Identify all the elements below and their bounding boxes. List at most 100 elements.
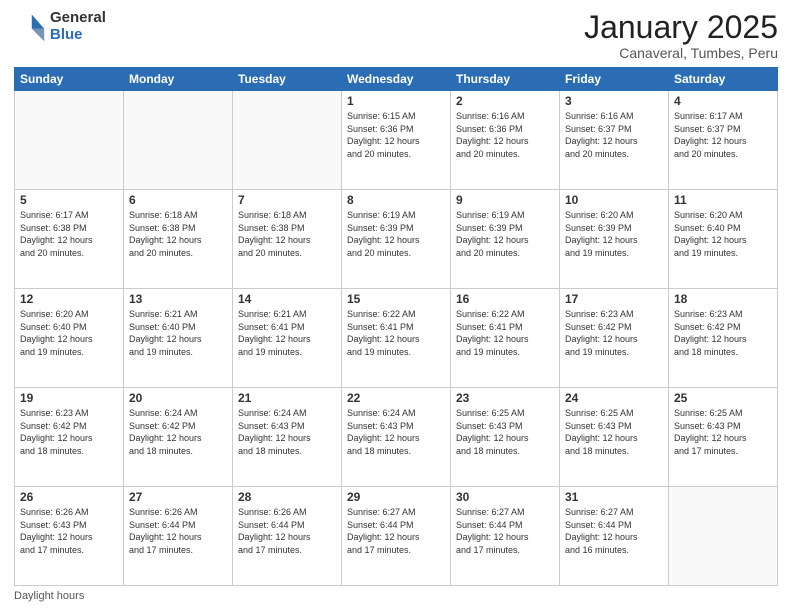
logo: General Blue (14, 10, 106, 43)
calendar-cell (233, 91, 342, 190)
day-number: 28 (238, 490, 336, 504)
logo-icon (14, 11, 46, 43)
day-info: Sunrise: 6:23 AM Sunset: 6:42 PM Dayligh… (674, 308, 772, 358)
calendar-header-row: SundayMondayTuesdayWednesdayThursdayFrid… (15, 68, 778, 91)
day-number: 14 (238, 292, 336, 306)
calendar-cell: 31 Sunrise: 6:27 AM Sunset: 6:44 PM Dayli… (560, 487, 669, 586)
day-info: Sunrise: 6:20 AM Sunset: 6:39 PM Dayligh… (565, 209, 663, 259)
day-info: Sunrise: 6:15 AM Sunset: 6:36 PM Dayligh… (347, 110, 445, 160)
calendar-cell: 9Sunrise: 6:19 AM Sunset: 6:39 PM Daylig… (451, 190, 560, 289)
day-info: Sunrise: 6:26 AM Sunset: 6:44 PM Dayligh… (129, 506, 227, 556)
footer: Daylight hours (14, 590, 778, 602)
calendar-cell (124, 91, 233, 190)
header: General Blue January 2025 Canaveral, Tum… (14, 10, 778, 61)
calendar-cell: 22 Sunrise: 6:24 AM Sunset: 6:43 PM Dayli… (342, 388, 451, 487)
day-info: Sunrise: 6:19 AM Sunset: 6:39 PM Dayligh… (347, 209, 445, 259)
calendar-cell: 4Sunrise: 6:17 AM Sunset: 6:37 PM Daylig… (669, 91, 778, 190)
calendar-cell: 30 Sunrise: 6:27 AM Sunset: 6:44 PM Dayli… (451, 487, 560, 586)
day-info: Sunrise: 6:26 AM Sunset: 6:43 PM Dayligh… (20, 506, 118, 556)
calendar-cell: 20 Sunrise: 6:24 AM Sunset: 6:42 PM Dayli… (124, 388, 233, 487)
day-number: 8 (347, 193, 445, 207)
day-number: 22 (347, 391, 445, 405)
day-info: Sunrise: 6:26 AM Sunset: 6:44 PM Dayligh… (238, 506, 336, 556)
day-number: 21 (238, 391, 336, 405)
month-title: January 2025 (584, 10, 778, 45)
day-number: 29 (347, 490, 445, 504)
calendar-cell: 7Sunrise: 6:18 AM Sunset: 6:38 PM Daylig… (233, 190, 342, 289)
calendar-cell: 21Sunrise: 6:24 AM Sunset: 6:43 PM Dayli… (233, 388, 342, 487)
calendar-day-header: Monday (124, 68, 233, 91)
calendar-cell: 2 Sunrise: 6:16 AM Sunset: 6:36 PM Daylig… (451, 91, 560, 190)
day-number: 16 (456, 292, 554, 306)
page: General Blue January 2025 Canaveral, Tum… (0, 0, 792, 612)
day-info: Sunrise: 6:24 AM Sunset: 6:42 PM Dayligh… (129, 407, 227, 457)
calendar-cell (669, 487, 778, 586)
day-info: Sunrise: 6:24 AM Sunset: 6:43 PM Dayligh… (347, 407, 445, 457)
day-number: 9 (456, 193, 554, 207)
calendar-cell: 17 Sunrise: 6:23 AM Sunset: 6:42 PM Dayli… (560, 289, 669, 388)
calendar-cell (15, 91, 124, 190)
calendar-cell: 1 Sunrise: 6:15 AM Sunset: 6:36 PM Daylig… (342, 91, 451, 190)
day-number: 13 (129, 292, 227, 306)
day-number: 12 (20, 292, 118, 306)
day-info: Sunrise: 6:20 AM Sunset: 6:40 PM Dayligh… (674, 209, 772, 259)
title-block: January 2025 Canaveral, Tumbes, Peru (584, 10, 778, 61)
day-number: 17 (565, 292, 663, 306)
calendar-week-row: 1 Sunrise: 6:15 AM Sunset: 6:36 PM Daylig… (15, 91, 778, 190)
calendar-day-header: Wednesday (342, 68, 451, 91)
calendar-week-row: 19Sunrise: 6:23 AM Sunset: 6:42 PM Dayli… (15, 388, 778, 487)
day-number: 10 (565, 193, 663, 207)
day-number: 19 (20, 391, 118, 405)
calendar-week-row: 26Sunrise: 6:26 AM Sunset: 6:43 PM Dayli… (15, 487, 778, 586)
calendar-cell: 15Sunrise: 6:22 AM Sunset: 6:41 PM Dayli… (342, 289, 451, 388)
calendar-cell: 23Sunrise: 6:25 AM Sunset: 6:43 PM Dayli… (451, 388, 560, 487)
day-info: Sunrise: 6:25 AM Sunset: 6:43 PM Dayligh… (456, 407, 554, 457)
logo-text: General Blue (50, 10, 106, 43)
day-number: 25 (674, 391, 772, 405)
daylight-label: Daylight hours (14, 590, 84, 602)
calendar-cell: 27 Sunrise: 6:26 AM Sunset: 6:44 PM Dayli… (124, 487, 233, 586)
calendar-day-header: Sunday (15, 68, 124, 91)
calendar-cell: 16Sunrise: 6:22 AM Sunset: 6:41 PM Dayli… (451, 289, 560, 388)
calendar-cell: 24Sunrise: 6:25 AM Sunset: 6:43 PM Dayli… (560, 388, 669, 487)
day-number: 4 (674, 94, 772, 108)
day-number: 7 (238, 193, 336, 207)
day-number: 30 (456, 490, 554, 504)
day-info: Sunrise: 6:22 AM Sunset: 6:41 PM Dayligh… (347, 308, 445, 358)
day-info: Sunrise: 6:16 AM Sunset: 6:36 PM Dayligh… (456, 110, 554, 160)
calendar-cell: 12 Sunrise: 6:20 AM Sunset: 6:40 PM Dayli… (15, 289, 124, 388)
day-info: Sunrise: 6:20 AM Sunset: 6:40 PM Dayligh… (20, 308, 118, 358)
day-number: 3 (565, 94, 663, 108)
calendar-cell: 14 Sunrise: 6:21 AM Sunset: 6:41 PM Dayli… (233, 289, 342, 388)
calendar-cell: 13Sunrise: 6:21 AM Sunset: 6:40 PM Dayli… (124, 289, 233, 388)
day-info: Sunrise: 6:25 AM Sunset: 6:43 PM Dayligh… (674, 407, 772, 457)
subtitle: Canaveral, Tumbes, Peru (584, 45, 778, 61)
day-info: Sunrise: 6:21 AM Sunset: 6:41 PM Dayligh… (238, 308, 336, 358)
day-info: Sunrise: 6:27 AM Sunset: 6:44 PM Dayligh… (347, 506, 445, 556)
day-info: Sunrise: 6:27 AM Sunset: 6:44 PM Dayligh… (456, 506, 554, 556)
calendar-cell: 18 Sunrise: 6:23 AM Sunset: 6:42 PM Dayli… (669, 289, 778, 388)
day-number: 2 (456, 94, 554, 108)
calendar-cell: 5Sunrise: 6:17 AM Sunset: 6:38 PM Daylig… (15, 190, 124, 289)
calendar-cell: 26Sunrise: 6:26 AM Sunset: 6:43 PM Dayli… (15, 487, 124, 586)
logo-blue: Blue (50, 27, 106, 44)
calendar-cell: 29 Sunrise: 6:27 AM Sunset: 6:44 PM Dayli… (342, 487, 451, 586)
calendar-cell: 8 Sunrise: 6:19 AM Sunset: 6:39 PM Daylig… (342, 190, 451, 289)
day-info: Sunrise: 6:23 AM Sunset: 6:42 PM Dayligh… (565, 308, 663, 358)
calendar-week-row: 5Sunrise: 6:17 AM Sunset: 6:38 PM Daylig… (15, 190, 778, 289)
day-info: Sunrise: 6:18 AM Sunset: 6:38 PM Dayligh… (129, 209, 227, 259)
day-number: 31 (565, 490, 663, 504)
day-number: 18 (674, 292, 772, 306)
day-number: 1 (347, 94, 445, 108)
calendar-cell: 19Sunrise: 6:23 AM Sunset: 6:42 PM Dayli… (15, 388, 124, 487)
calendar-cell: 10 Sunrise: 6:20 AM Sunset: 6:39 PM Dayli… (560, 190, 669, 289)
calendar-day-header: Friday (560, 68, 669, 91)
logo-general: General (50, 10, 106, 27)
day-number: 20 (129, 391, 227, 405)
calendar-day-header: Tuesday (233, 68, 342, 91)
calendar-cell: 11Sunrise: 6:20 AM Sunset: 6:40 PM Dayli… (669, 190, 778, 289)
day-number: 6 (129, 193, 227, 207)
day-info: Sunrise: 6:27 AM Sunset: 6:44 PM Dayligh… (565, 506, 663, 556)
day-number: 27 (129, 490, 227, 504)
calendar-day-header: Thursday (451, 68, 560, 91)
